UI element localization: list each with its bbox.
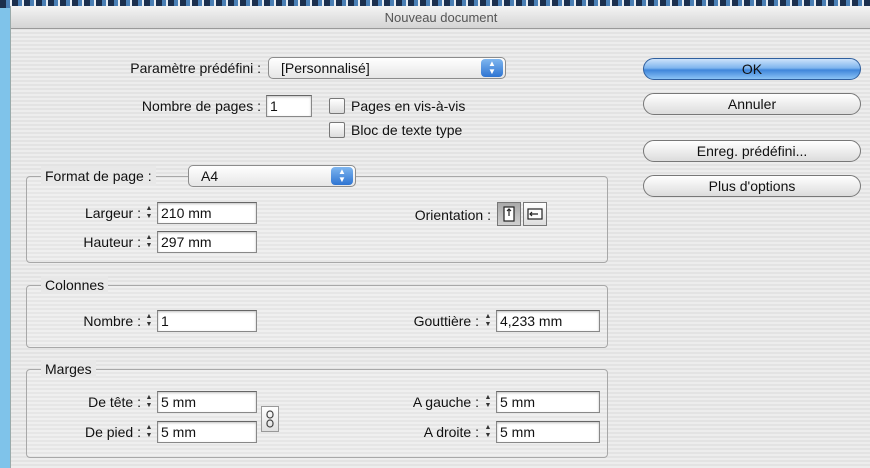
width-label: Largeur :	[84, 205, 141, 221]
gutter-label: Gouttière :	[413, 313, 479, 329]
landscape-page-icon	[527, 208, 543, 220]
landscape-orientation-button[interactable]	[523, 202, 547, 226]
margin-top-input[interactable]: 5 mm	[157, 391, 257, 413]
margin-bottom-input[interactable]: 5 mm	[157, 421, 257, 443]
facing-pages-label: Pages en vis-à-vis	[351, 98, 466, 114]
master-text-frame-label: Bloc de texte type	[351, 122, 463, 138]
page-format-label: Format de page :	[41, 166, 156, 186]
gutter-stepper-icon[interactable]: ▲ ▼	[482, 310, 494, 332]
new-document-dialog: Nouveau document Paramètre prédéfini : […	[10, 6, 870, 468]
popup-arrows-icon: ▲ ▼	[331, 167, 353, 185]
margins-link-button[interactable]	[261, 406, 279, 432]
save-preset-button[interactable]: Enreg. prédéfini...	[643, 140, 861, 162]
margin-right-label: A droite :	[423, 424, 479, 440]
width-input[interactable]: 210 mm	[157, 202, 257, 224]
facing-pages-checkbox[interactable]	[329, 98, 345, 114]
margin-bottom-label: De pied :	[84, 424, 141, 440]
page-format-select[interactable]: A4 ▲ ▼	[188, 165, 356, 187]
cancel-button[interactable]: Annuler	[643, 93, 861, 115]
margin-top-label: De tête :	[88, 394, 141, 410]
columns-group-title: Colonnes	[41, 276, 109, 294]
popup-arrows-icon: ▲ ▼	[481, 59, 503, 77]
height-input[interactable]: 297 mm	[157, 231, 257, 253]
margins-group-title: Marges	[41, 360, 96, 378]
height-stepper-icon[interactable]: ▲ ▼	[143, 231, 155, 253]
portrait-orientation-button[interactable]	[497, 202, 521, 226]
width-stepper-icon[interactable]: ▲ ▼	[143, 202, 155, 224]
margins-group	[26, 369, 608, 458]
margin-bottom-stepper-icon[interactable]: ▲ ▼	[143, 421, 155, 443]
pages-count-label: Nombre de pages :	[141, 98, 261, 114]
more-options-button[interactable]: Plus d'options	[643, 175, 861, 197]
margin-left-label: A gauche :	[412, 394, 479, 410]
preset-label: Paramètre prédéfini :	[130, 60, 261, 76]
pages-count-input[interactable]: 1	[266, 95, 312, 117]
columns-number-label: Nombre :	[83, 313, 141, 329]
portrait-page-icon	[503, 206, 515, 222]
gutter-input[interactable]: 4,233 mm	[496, 310, 600, 332]
columns-number-stepper-icon[interactable]: ▲ ▼	[143, 310, 155, 332]
orientation-label: Orientation :	[414, 207, 491, 223]
columns-number-input[interactable]: 1	[157, 310, 257, 332]
preset-select-value: [Personnalisé]	[281, 60, 370, 76]
dialog-title: Nouveau document	[11, 6, 870, 29]
preset-select[interactable]: [Personnalisé] ▲ ▼	[268, 57, 506, 79]
margin-left-input[interactable]: 5 mm	[496, 391, 600, 413]
margin-right-input[interactable]: 5 mm	[496, 421, 600, 443]
master-text-frame-checkbox[interactable]	[329, 122, 345, 138]
margin-left-stepper-icon[interactable]: ▲ ▼	[482, 391, 494, 413]
margin-top-stepper-icon[interactable]: ▲ ▼	[143, 391, 155, 413]
height-label: Hauteur :	[83, 234, 141, 250]
chain-link-icon	[266, 410, 274, 428]
page-format-select-value: A4	[201, 168, 219, 184]
margin-right-stepper-icon[interactable]: ▲ ▼	[482, 421, 494, 443]
ok-button[interactable]: OK	[643, 58, 861, 80]
